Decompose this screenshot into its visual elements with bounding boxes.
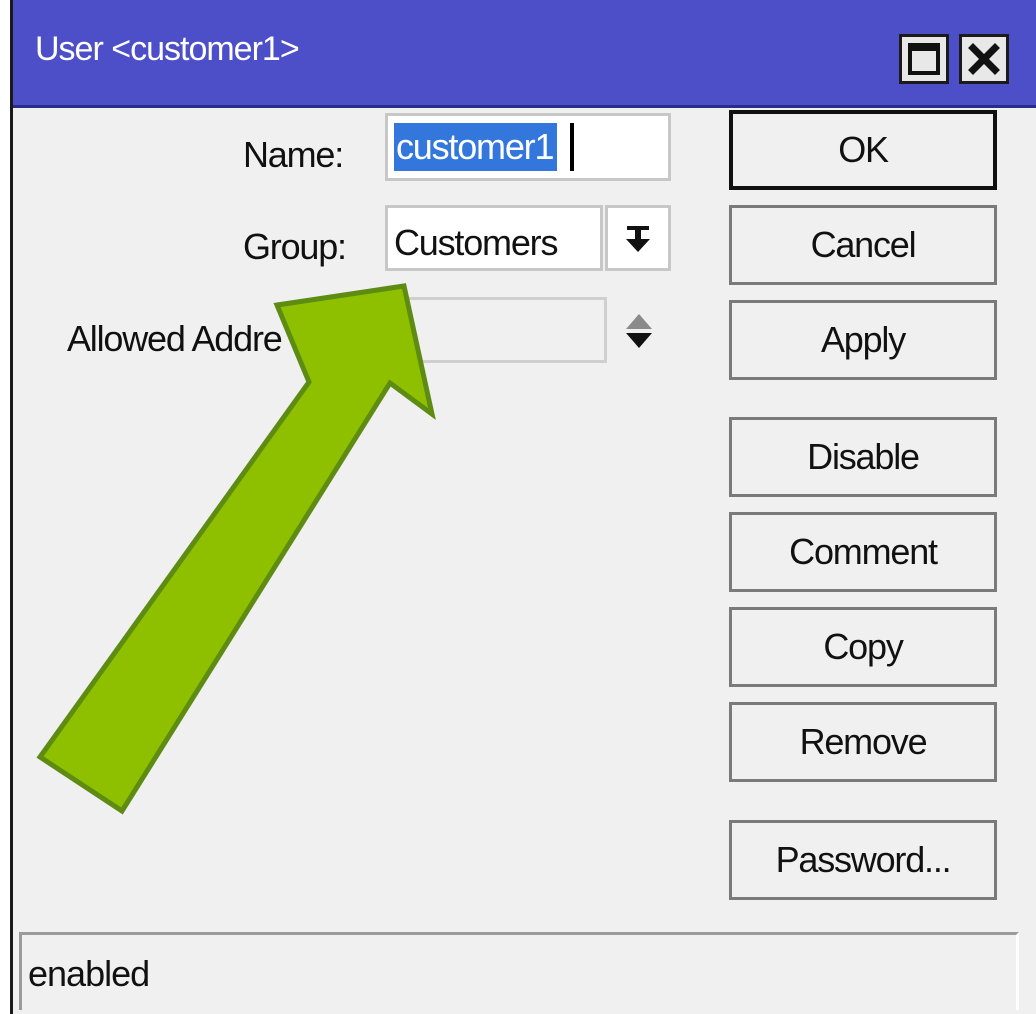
close-icon [968,43,1000,75]
group-value: Customers [394,222,558,263]
cancel-button[interactable]: Cancel [729,205,997,285]
allowed-address-label: Allowed Addre [67,318,283,359]
name-label: Name: [243,134,344,175]
disable-button[interactable]: Disable [729,417,997,497]
text-cursor [570,123,574,171]
name-value: customer1 [394,123,558,171]
maximize-button[interactable] [899,34,949,84]
window-title: User <customer1> [35,30,300,68]
allowed-address-spinner[interactable] [609,300,669,360]
name-input[interactable]: customer1 [385,113,671,181]
copy-button[interactable]: Copy [729,607,997,687]
user-dialog-window: User <customer1> Name: customer1 Group: … [10,0,1036,1014]
password-button[interactable]: Password... [729,820,997,900]
status-bar: enabled [19,932,1019,1010]
title-bar[interactable]: User <customer1> [13,0,1036,108]
maximize-icon [908,43,940,75]
group-label: Group: [243,226,347,267]
apply-button[interactable]: Apply [729,300,997,380]
allowed-address-input[interactable] [385,297,607,363]
ok-button[interactable]: OK [729,110,997,190]
close-button[interactable] [959,34,1009,84]
up-down-arrows-icon [626,314,652,348]
comment-button[interactable]: Comment [729,512,997,592]
group-select[interactable]: Customers [385,205,603,271]
dropdown-arrow-icon [626,226,650,252]
group-dropdown-button[interactable] [605,205,671,271]
remove-button[interactable]: Remove [729,702,997,782]
status-text: enabled [28,953,150,994]
